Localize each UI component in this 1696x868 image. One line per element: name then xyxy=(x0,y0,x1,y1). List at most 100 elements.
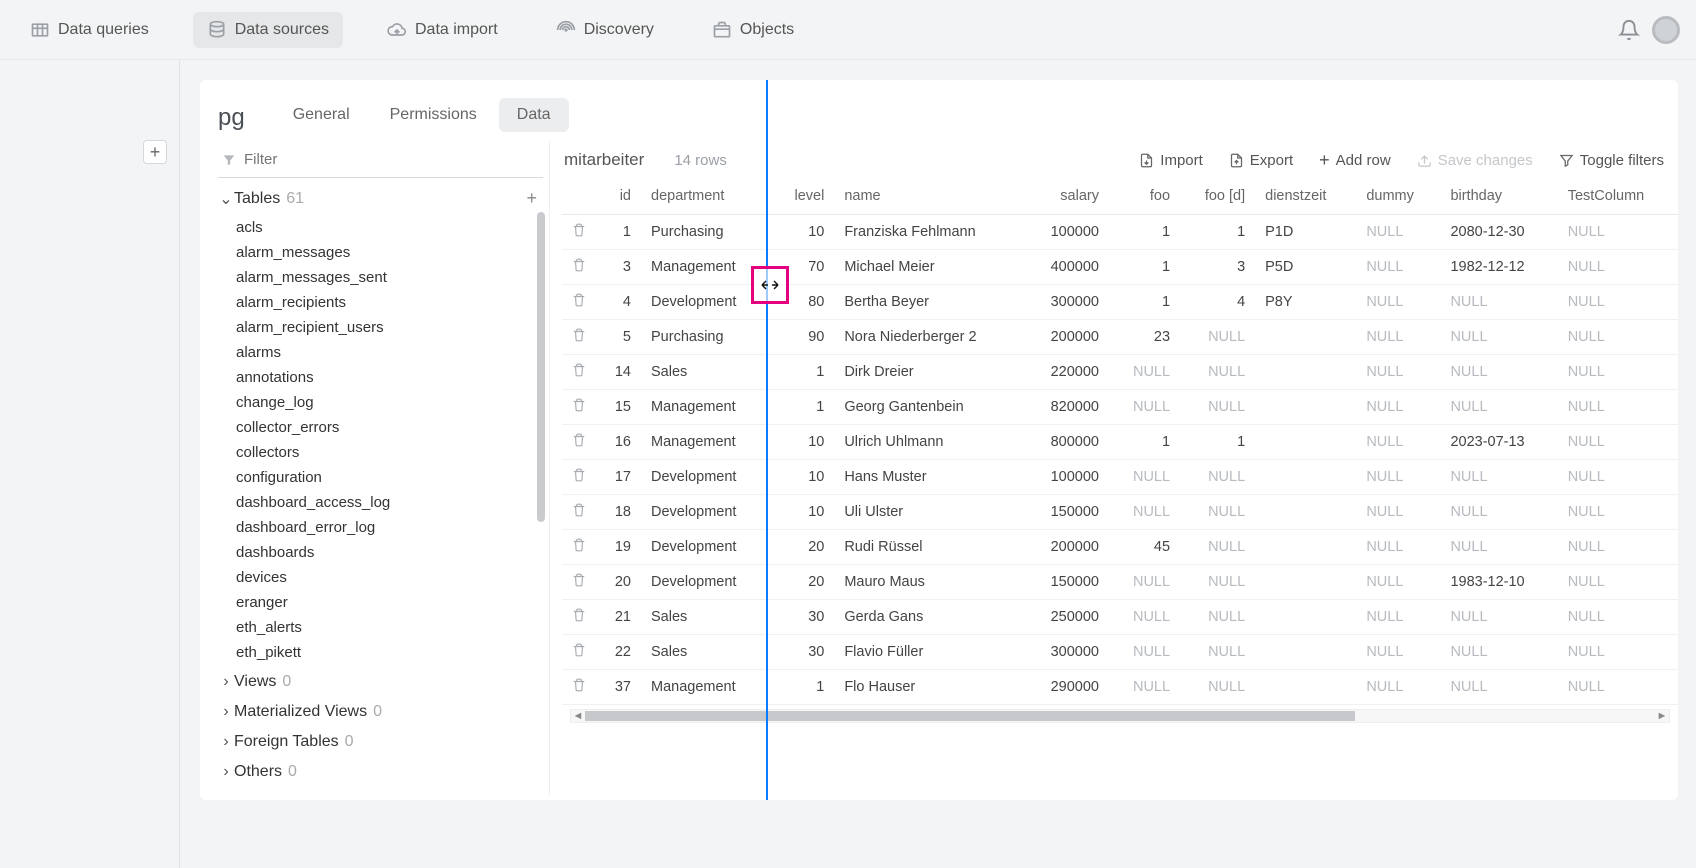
cell[interactable]: 1 xyxy=(1109,425,1180,460)
cell[interactable]: NULL xyxy=(1356,565,1440,600)
cell[interactable]: NULL xyxy=(1180,670,1255,705)
cell[interactable]: 3 xyxy=(596,250,641,285)
cell[interactable]: NULL xyxy=(1440,285,1557,320)
cell[interactable]: Uli Ulster xyxy=(834,495,1024,530)
cell[interactable]: Flavio Füller xyxy=(834,635,1024,670)
trash-icon[interactable] xyxy=(572,575,586,591)
cell[interactable]: 1 xyxy=(596,215,641,250)
cell[interactable]: NULL xyxy=(1180,600,1255,635)
table-row[interactable]: 21Sales30Gerda Gans250000NULLNULLNULLNUL… xyxy=(562,600,1678,635)
cell[interactable]: NULL xyxy=(1356,635,1440,670)
cell[interactable]: NULL xyxy=(1558,460,1678,495)
tree-item[interactable]: change_log xyxy=(236,390,543,415)
cell[interactable]: Sales xyxy=(641,600,772,635)
tree-group-materialized-views[interactable]: › Materialized Views0 xyxy=(218,695,543,725)
trash-icon[interactable] xyxy=(572,260,586,276)
cell[interactable] xyxy=(1255,320,1356,355)
cell[interactable]: NULL xyxy=(1440,635,1557,670)
trash-icon[interactable] xyxy=(572,610,586,626)
cell[interactable]: P5D xyxy=(1255,250,1356,285)
tree-item[interactable]: eth_pikett xyxy=(236,640,543,665)
cell[interactable]: NULL xyxy=(1109,670,1180,705)
cell[interactable]: NULL xyxy=(1180,390,1255,425)
cell[interactable]: NULL xyxy=(1558,565,1678,600)
tree-item[interactable]: alarms xyxy=(236,340,543,365)
trash-icon[interactable] xyxy=(572,330,586,346)
table-row[interactable]: 37Management1Flo Hauser290000NULLNULLNUL… xyxy=(562,670,1678,705)
cell[interactable]: NULL xyxy=(1558,670,1678,705)
cell[interactable]: Rudi Rüssel xyxy=(834,530,1024,565)
tree-item[interactable]: configuration xyxy=(236,465,543,490)
column-header[interactable]: foo xyxy=(1109,178,1180,215)
table-row[interactable]: 16Management10Ulrich Uhlmann80000011NULL… xyxy=(562,425,1678,460)
tree-group-foreign-tables[interactable]: › Foreign Tables0 xyxy=(218,725,543,755)
cell[interactable]: NULL xyxy=(1356,285,1440,320)
table-row[interactable]: 3Management70Michael Meier40000013P5DNUL… xyxy=(562,250,1678,285)
cell[interactable]: NULL xyxy=(1440,670,1557,705)
tree-group-views[interactable]: › Views0 xyxy=(218,665,543,695)
column-header[interactable]: birthday xyxy=(1440,178,1557,215)
cell[interactable]: 1 xyxy=(1109,285,1180,320)
cell[interactable]: 5 xyxy=(596,320,641,355)
cell[interactable]: NULL xyxy=(1440,320,1557,355)
cell[interactable]: Management xyxy=(641,425,772,460)
cell[interactable]: 290000 xyxy=(1024,670,1109,705)
tab-general[interactable]: General xyxy=(275,98,368,132)
cell[interactable]: 3 xyxy=(1180,250,1255,285)
sidebar-add-button[interactable]: + xyxy=(143,140,167,164)
trash-icon[interactable] xyxy=(572,505,586,521)
cell[interactable]: NULL xyxy=(1356,495,1440,530)
column-header[interactable]: name xyxy=(834,178,1024,215)
cell[interactable]: NULL xyxy=(1440,390,1557,425)
cell[interactable]: NULL xyxy=(1356,355,1440,390)
cell[interactable]: NULL xyxy=(1558,530,1678,565)
cell[interactable]: 1 xyxy=(772,670,834,705)
cell[interactable]: NULL xyxy=(1356,250,1440,285)
cell[interactable]: NULL xyxy=(1180,320,1255,355)
table-row[interactable]: 1Purchasing10Franziska Fehlmann10000011P… xyxy=(562,215,1678,250)
trash-icon[interactable] xyxy=(572,680,586,696)
cell[interactable]: 400000 xyxy=(1024,250,1109,285)
table-row[interactable]: 4Development80Bertha Beyer30000014P8YNUL… xyxy=(562,285,1678,320)
column-header[interactable]: foo [d] xyxy=(1180,178,1255,215)
cell[interactable]: NULL xyxy=(1356,460,1440,495)
column-header[interactable]: level xyxy=(772,178,834,215)
column-header[interactable]: dummy xyxy=(1356,178,1440,215)
horizontal-scrollbar[interactable]: ◄ ► xyxy=(570,709,1670,723)
tree-group-tables[interactable]: ⌄ Tables61+ xyxy=(218,178,543,215)
cell[interactable]: 22 xyxy=(596,635,641,670)
tree-item[interactable]: alarm_messages_sent xyxy=(236,265,543,290)
tree-item[interactable]: eranger xyxy=(236,590,543,615)
cell[interactable]: Nora Niederberger 2 xyxy=(834,320,1024,355)
table-row[interactable]: 14Sales1Dirk Dreier220000NULLNULLNULLNUL… xyxy=(562,355,1678,390)
cell[interactable]: Development xyxy=(641,460,772,495)
tree-item[interactable]: alarm_recipient_users xyxy=(236,315,543,340)
cell[interactable]: 23 xyxy=(1109,320,1180,355)
table-row[interactable]: 5Purchasing90Nora Niederberger 220000023… xyxy=(562,320,1678,355)
cell[interactable] xyxy=(1255,670,1356,705)
cell[interactable]: 250000 xyxy=(1024,600,1109,635)
topnav-discovery[interactable]: Discovery xyxy=(542,12,668,48)
cell[interactable]: NULL xyxy=(1180,635,1255,670)
cell[interactable]: NULL xyxy=(1356,320,1440,355)
topnav-data-import[interactable]: Data import xyxy=(373,12,512,48)
trash-icon[interactable] xyxy=(572,295,586,311)
cell[interactable]: Michael Meier xyxy=(834,250,1024,285)
scroll-right-icon[interactable]: ► xyxy=(1655,710,1669,722)
cell[interactable]: 300000 xyxy=(1024,635,1109,670)
cell[interactable] xyxy=(1255,390,1356,425)
table-row[interactable]: 20Development20Mauro Maus150000NULLNULLN… xyxy=(562,565,1678,600)
cell[interactable]: NULL xyxy=(1440,530,1557,565)
cell[interactable]: 1982-12-12 xyxy=(1440,250,1557,285)
cell[interactable]: Ulrich Uhlmann xyxy=(834,425,1024,460)
cell[interactable]: 20 xyxy=(596,565,641,600)
table-row[interactable]: 15Management1Georg Gantenbein820000NULLN… xyxy=(562,390,1678,425)
cell[interactable]: Hans Muster xyxy=(834,460,1024,495)
cell[interactable]: P8Y xyxy=(1255,285,1356,320)
cell[interactable]: Georg Gantenbein xyxy=(834,390,1024,425)
cell[interactable]: 1 xyxy=(772,390,834,425)
tree-item[interactable]: dashboard_access_log xyxy=(236,490,543,515)
cell[interactable]: NULL xyxy=(1356,215,1440,250)
bell-icon[interactable] xyxy=(1618,19,1640,41)
trash-icon[interactable] xyxy=(572,400,586,416)
